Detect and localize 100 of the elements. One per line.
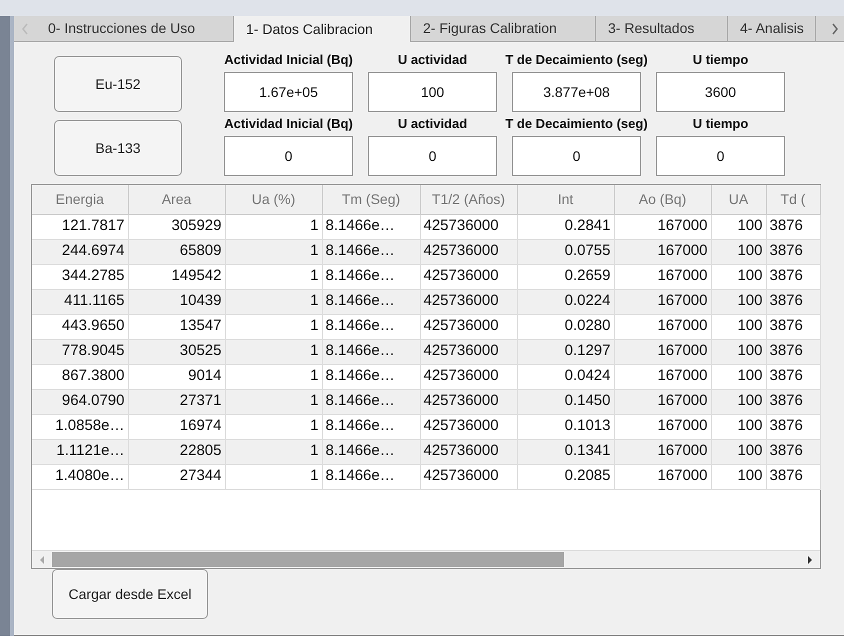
field-label: Actividad Inicial (Bq) <box>224 115 353 132</box>
table-cell: 8.1466e… <box>322 339 420 364</box>
table-cell: 167000 <box>614 464 711 489</box>
source-button[interactable]: Ba-133 <box>54 120 182 176</box>
input-field[interactable]: 3600 <box>656 72 785 112</box>
table-cell: 1 <box>225 214 322 239</box>
column-header[interactable]: Ao (Bq) <box>614 185 711 214</box>
table-cell: 3876 <box>766 389 820 414</box>
column-header[interactable]: Ua (%) <box>225 185 322 214</box>
source-button[interactable]: Eu-152 <box>54 56 182 112</box>
table-cell: 149542 <box>128 264 225 289</box>
table-cell: 443.9650 <box>32 314 128 339</box>
table-cell: 167000 <box>614 414 711 439</box>
table-cell: 8.1466e… <box>322 414 420 439</box>
table-cell: 344.2785 <box>32 264 128 289</box>
table-cell: 167000 <box>614 389 711 414</box>
table-cell: 964.0790 <box>32 389 128 414</box>
table-cell: 425736000 <box>420 289 517 314</box>
table-cell: 0.1013 <box>517 414 614 439</box>
table-cell: 425736000 <box>420 339 517 364</box>
input-field[interactable]: 0 <box>656 136 785 176</box>
table-cell: 27371 <box>128 389 225 414</box>
table-cell: 100 <box>711 389 766 414</box>
table-cell: 9014 <box>128 364 225 389</box>
table-cell: 30525 <box>128 339 225 364</box>
table-cell: 0.0224 <box>517 289 614 314</box>
table-cell: 27344 <box>128 464 225 489</box>
table-cell: 425736000 <box>420 364 517 389</box>
table-cell: 425736000 <box>420 264 517 289</box>
table-cell: 16974 <box>128 414 225 439</box>
table-cell: 0.1341 <box>517 439 614 464</box>
table-cell: 0.2085 <box>517 464 614 489</box>
table-cell: 8.1466e… <box>322 239 420 264</box>
table-cell: 100 <box>711 314 766 339</box>
input-field[interactable]: 100 <box>368 72 497 112</box>
table-cell: 1 <box>225 239 322 264</box>
table-cell: 0.1450 <box>517 389 614 414</box>
input-field[interactable]: 1.67e+05 <box>224 72 353 112</box>
table-cell: 3876 <box>766 239 820 264</box>
table-cell: 3876 <box>766 464 820 489</box>
table-cell: 100 <box>711 439 766 464</box>
table-cell: 425736000 <box>420 239 517 264</box>
scrollbar-thumb[interactable] <box>52 552 564 567</box>
table-cell: 1.1121e… <box>32 439 128 464</box>
table-cell: 425736000 <box>420 439 517 464</box>
field-label: U actividad <box>398 115 468 132</box>
table-cell: 0.1297 <box>517 339 614 364</box>
table-cell: 1.0858e… <box>32 414 128 439</box>
column-header[interactable]: Energia <box>32 185 128 214</box>
field-label: Actividad Inicial (Bq) <box>224 51 353 68</box>
table-cell: 3876 <box>766 364 820 389</box>
table-cell: 100 <box>711 214 766 239</box>
table-cell: 100 <box>711 464 766 489</box>
table-cell: 13547 <box>128 314 225 339</box>
column-header[interactable]: Int <box>517 185 614 214</box>
column-header[interactable]: Tm (Seg) <box>322 185 420 214</box>
input-field[interactable]: 0 <box>512 136 641 176</box>
table-cell: 0.0280 <box>517 314 614 339</box>
table-cell: 1 <box>225 389 322 414</box>
table-cell: 10439 <box>128 289 225 314</box>
table-cell: 3876 <box>766 339 820 364</box>
table-cell: 8.1466e… <box>322 389 420 414</box>
field-label: U tiempo <box>692 51 748 68</box>
table-cell: 121.7817 <box>32 214 128 239</box>
table-cell: 3876 <box>766 214 820 239</box>
column-header[interactable]: UA <box>711 185 766 214</box>
column-header[interactable]: Td ( <box>766 185 820 214</box>
load-excel-button[interactable]: Cargar desde Excel <box>52 569 208 619</box>
table-cell: 100 <box>711 264 766 289</box>
input-field[interactable]: 0 <box>224 136 353 176</box>
table-cell: 100 <box>711 289 766 314</box>
table-cell: 8.1466e… <box>322 314 420 339</box>
table-cell: 8.1466e… <box>322 364 420 389</box>
table-cell: 8.1466e… <box>322 289 420 314</box>
table-cell: 167000 <box>614 214 711 239</box>
field-label: T de Decaimiento (seg) <box>505 51 648 68</box>
table-cell: 867.3800 <box>32 364 128 389</box>
table-cell: 425736000 <box>420 214 517 239</box>
column-header[interactable]: T1/2 (Años) <box>420 185 517 214</box>
table-cell: 1 <box>225 439 322 464</box>
table-cell: 8.1466e… <box>322 464 420 489</box>
table-cell: 1 <box>225 364 322 389</box>
column-header[interactable]: Area <box>128 185 225 214</box>
table-cell: 167000 <box>614 439 711 464</box>
table-cell: 8.1466e… <box>322 214 420 239</box>
tab[interactable]: 1- Datos Calibracion <box>234 16 411 42</box>
table-cell: 425736000 <box>420 464 517 489</box>
table-cell: 100 <box>711 239 766 264</box>
table-cell: 3876 <box>766 314 820 339</box>
table-cell: 8.1466e… <box>322 439 420 464</box>
table-cell: 100 <box>711 339 766 364</box>
input-field[interactable]: 3.877e+08 <box>512 72 641 112</box>
input-field[interactable]: 0 <box>368 136 497 176</box>
table-cell: 167000 <box>614 239 711 264</box>
table-cell: 244.6974 <box>32 239 128 264</box>
table-cell: 167000 <box>614 289 711 314</box>
table-cell: 1 <box>225 314 322 339</box>
table-cell: 3876 <box>766 439 820 464</box>
table-cell: 167000 <box>614 314 711 339</box>
table-cell: 8.1466e… <box>322 264 420 289</box>
